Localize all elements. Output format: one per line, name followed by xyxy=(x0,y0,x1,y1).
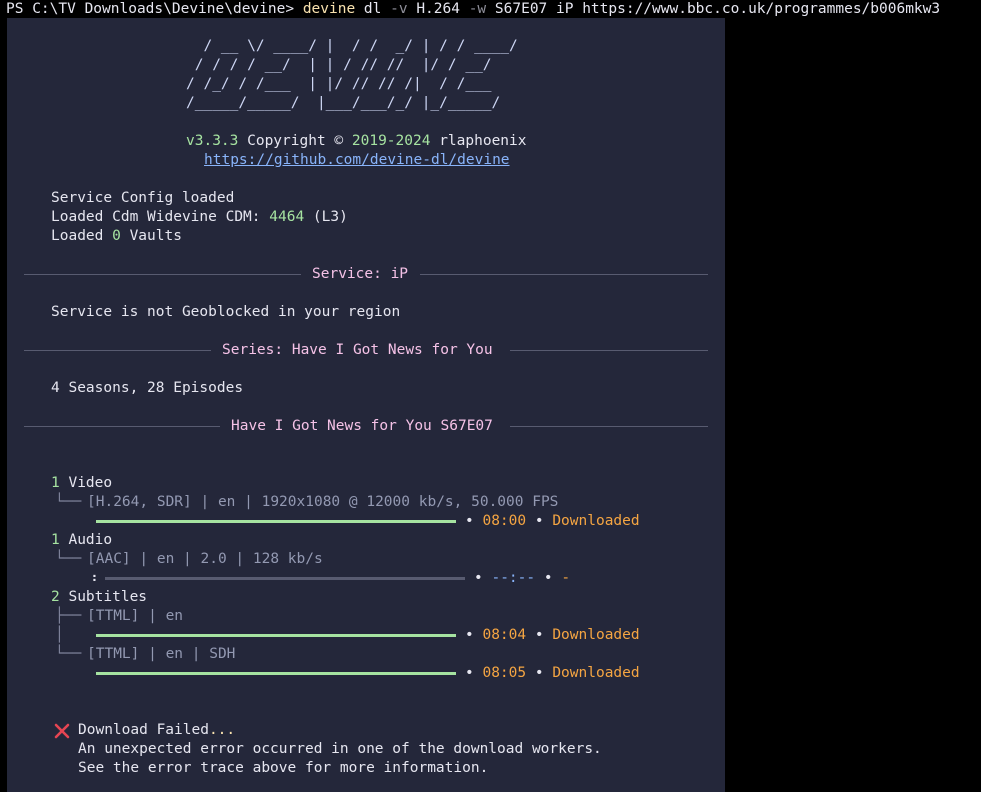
error-message-1: An unexpected error occurred in one of t… xyxy=(78,741,602,757)
author: rlaphoenix xyxy=(430,133,527,149)
subtitle-1-time: 08:04 xyxy=(482,627,527,643)
subtitle-1-progress-bar xyxy=(96,634,456,637)
cdm-id: 4464 xyxy=(269,209,305,225)
cross-icon xyxy=(54,723,70,739)
video-count: 1 xyxy=(51,475,60,491)
copyright-text: Copyright © xyxy=(238,133,352,149)
divider xyxy=(510,350,708,351)
subtitle-2-status: Downloaded xyxy=(552,665,640,681)
subtitle-1-status-line: • 08:04 • Downloaded xyxy=(465,626,640,645)
command-line[interactable]: PS C:\TV Downloads\Devine\devine> devine… xyxy=(6,0,940,19)
prompt-text: PS C:\TV Downloads\Devine\devine> xyxy=(6,1,303,17)
logo-line-1: / __ \/ ____/ | / / _/ | / / ____/ xyxy=(186,38,518,54)
log-vaults-label: Loaded xyxy=(51,228,113,244)
episode-title: Have I Got News for You S67E07 xyxy=(231,418,493,434)
vault-count: 0 xyxy=(112,228,121,244)
divider xyxy=(24,350,211,351)
copyright-years: 2019-2024 xyxy=(351,133,431,149)
audio-heading: 1 Audio xyxy=(51,531,112,550)
service-title: Service: iP xyxy=(312,266,409,282)
bullet: • xyxy=(534,665,544,681)
video-heading: 1 Video xyxy=(51,474,112,493)
tree-branch: └── xyxy=(55,551,82,567)
flag-v-value: H.264 xyxy=(407,1,469,17)
bullet: • xyxy=(474,570,483,586)
flag-v: -v xyxy=(390,1,408,17)
bullet: • xyxy=(543,570,553,586)
video-time: 08:00 xyxy=(482,513,527,529)
audio-track-desc: [AAC] | en | 2.0 | 128 kb/s xyxy=(87,551,323,567)
log-cdm-label: Loaded Cdm Widevine CDM: xyxy=(51,209,270,225)
command-arg: dl xyxy=(355,1,391,17)
subtitles-count: 2 xyxy=(51,589,60,605)
error-ellipsis: ... xyxy=(208,722,236,738)
error-message-2: See the error trace above for more infor… xyxy=(78,760,489,776)
video-progress-bar xyxy=(96,520,456,523)
audio-spinner: ⠰ xyxy=(87,570,98,586)
log-vaults-line: Loaded 0 Vaults xyxy=(51,227,182,246)
flag-w: -w xyxy=(468,1,487,17)
subtitle-2-progress-bar xyxy=(96,672,456,675)
subtitle-2-desc: [TTML] | en | SDH xyxy=(87,646,236,662)
logo-line-2: / / / / __/ | | / // // |/ / __/ xyxy=(186,57,518,73)
series-title: Series: Have I Got News for You xyxy=(222,342,493,358)
subtitle-1-status: Downloaded xyxy=(552,627,640,643)
divider xyxy=(420,274,708,275)
version: v3.3.3 xyxy=(186,133,239,149)
divider xyxy=(24,274,301,275)
audio-count: 1 xyxy=(51,532,60,548)
tree-branch: ├── xyxy=(55,608,82,624)
seasons-summary: 4 Seasons, 28 Episodes xyxy=(51,380,244,396)
version-line: v3.3.3 Copyright © 2019-2024 rlaphoenix xyxy=(186,132,527,151)
bullet: • xyxy=(534,513,544,529)
error-title: Download Failed xyxy=(78,722,209,738)
video-status: Downloaded xyxy=(552,513,640,529)
audio-progress-bar xyxy=(105,577,465,580)
divider xyxy=(24,426,220,427)
audio-label: Audio xyxy=(59,532,113,548)
subtitles-label: Subtitles xyxy=(59,589,148,605)
subtitle-2-status-line: • 08:05 • Downloaded xyxy=(465,664,640,683)
log-cdm-line: Loaded Cdm Widevine CDM: 4464 (L3) xyxy=(51,208,348,227)
bullet: • xyxy=(534,627,544,643)
cdm-level: (L3) xyxy=(304,209,348,225)
tree-branch: │ xyxy=(55,627,64,643)
bullet: • xyxy=(465,513,474,529)
flag-w-value: S67E07 iP https://www.bbc.co.uk/programm… xyxy=(486,1,941,17)
bullet: • xyxy=(465,627,474,643)
audio-time: --:-- xyxy=(491,570,536,586)
audio-status-line: • --:-- • - xyxy=(474,569,570,588)
tree-branch: └── xyxy=(55,646,82,662)
audio-status: - xyxy=(561,570,571,586)
tree-branch: └── xyxy=(55,494,82,510)
command-exe: devine xyxy=(302,1,356,17)
github-link[interactable]: https://github.com/devine-dl/devine xyxy=(204,151,510,170)
logo-line-4: /_____/_____/ |___/___/_/ |_/_____/ xyxy=(186,95,527,111)
video-status-line: • 08:00 • Downloaded xyxy=(465,512,640,531)
bullet: • xyxy=(465,665,474,681)
video-label: Video xyxy=(59,475,113,491)
geo-status: Service is not Geoblocked in your region xyxy=(51,304,401,320)
error-title-line: Download Failed... xyxy=(78,721,235,740)
logo-line-3: / /_/ / /___ | |/ // // /| / /___ xyxy=(186,76,518,92)
log-service-config: Service Config loaded xyxy=(51,190,235,206)
log-vaults-suffix: Vaults xyxy=(120,228,182,244)
divider xyxy=(510,426,708,427)
subtitle-1-desc: [TTML] | en xyxy=(87,608,184,624)
subtitle-2-time: 08:05 xyxy=(482,665,527,681)
video-track-desc: [H.264, SDR] | en | 1920x1080 @ 12000 kb… xyxy=(87,494,559,510)
subtitles-heading: 2 Subtitles xyxy=(51,588,147,607)
